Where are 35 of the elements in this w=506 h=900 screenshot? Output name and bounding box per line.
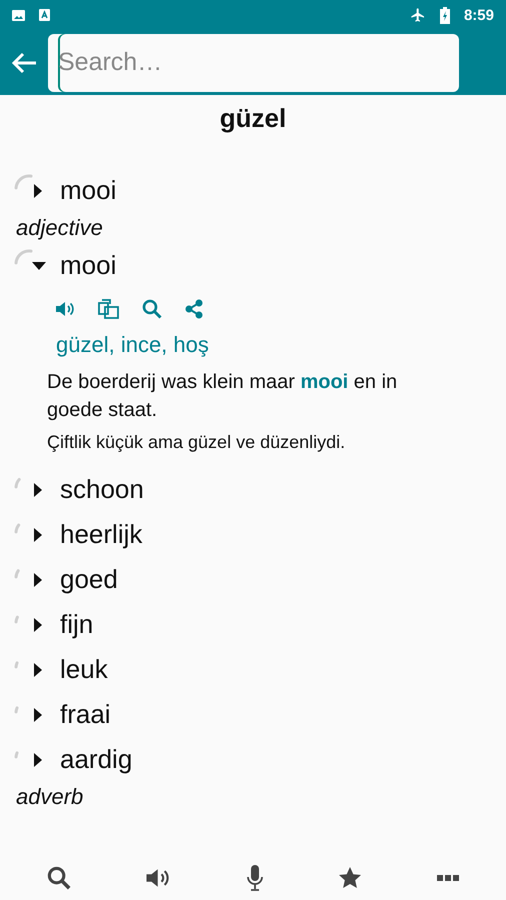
search-icon[interactable] bbox=[142, 299, 162, 319]
translations: güzel, ince, hoş bbox=[56, 332, 210, 358]
caret-right-icon[interactable] bbox=[34, 528, 42, 542]
example-translation: Çiftlik küçük ama güzel ve düzenliydi. bbox=[47, 432, 346, 453]
caret-right-icon[interactable] bbox=[34, 752, 42, 766]
speaker-icon[interactable] bbox=[56, 301, 76, 317]
more-icon bbox=[436, 874, 459, 882]
caret-down-icon[interactable] bbox=[32, 262, 46, 270]
word-entry[interactable]: heerlijk bbox=[60, 519, 142, 550]
letter-a-icon bbox=[39, 9, 50, 21]
word-entry[interactable]: mooi bbox=[60, 250, 116, 281]
image-icon bbox=[12, 10, 25, 20]
caret-right-icon[interactable] bbox=[34, 708, 42, 722]
part-of-speech: adjective bbox=[16, 215, 104, 242]
clock-time: 8:59 bbox=[464, 6, 494, 24]
caret-right-icon[interactable] bbox=[34, 482, 42, 496]
battery-charging-icon bbox=[440, 6, 450, 24]
word-entry[interactable]: fraai bbox=[60, 699, 111, 730]
word-entry[interactable]: fijn bbox=[60, 609, 94, 640]
back-button[interactable] bbox=[10, 50, 38, 74]
word-entry[interactable]: mooi bbox=[60, 175, 116, 206]
airplane-icon bbox=[410, 7, 426, 23]
word-entry[interactable]: aardig bbox=[60, 744, 132, 775]
caret-right-icon[interactable] bbox=[34, 662, 42, 676]
caret-right-icon[interactable] bbox=[34, 572, 42, 586]
word-entry[interactable]: schoon bbox=[60, 474, 144, 505]
share-icon[interactable] bbox=[184, 299, 204, 319]
word-entry[interactable]: goed bbox=[60, 564, 118, 595]
copy-icon[interactable] bbox=[98, 299, 120, 319]
part-of-speech: adverb bbox=[16, 784, 84, 811]
caret-right-icon[interactable] bbox=[34, 184, 42, 198]
word-entry[interactable]: leuk bbox=[60, 654, 108, 685]
example-sentence: De boerderij was klein maar mooi en in goede staat. bbox=[47, 370, 398, 423]
caret-right-icon[interactable] bbox=[34, 618, 42, 632]
headword: güzel bbox=[218, 103, 288, 134]
